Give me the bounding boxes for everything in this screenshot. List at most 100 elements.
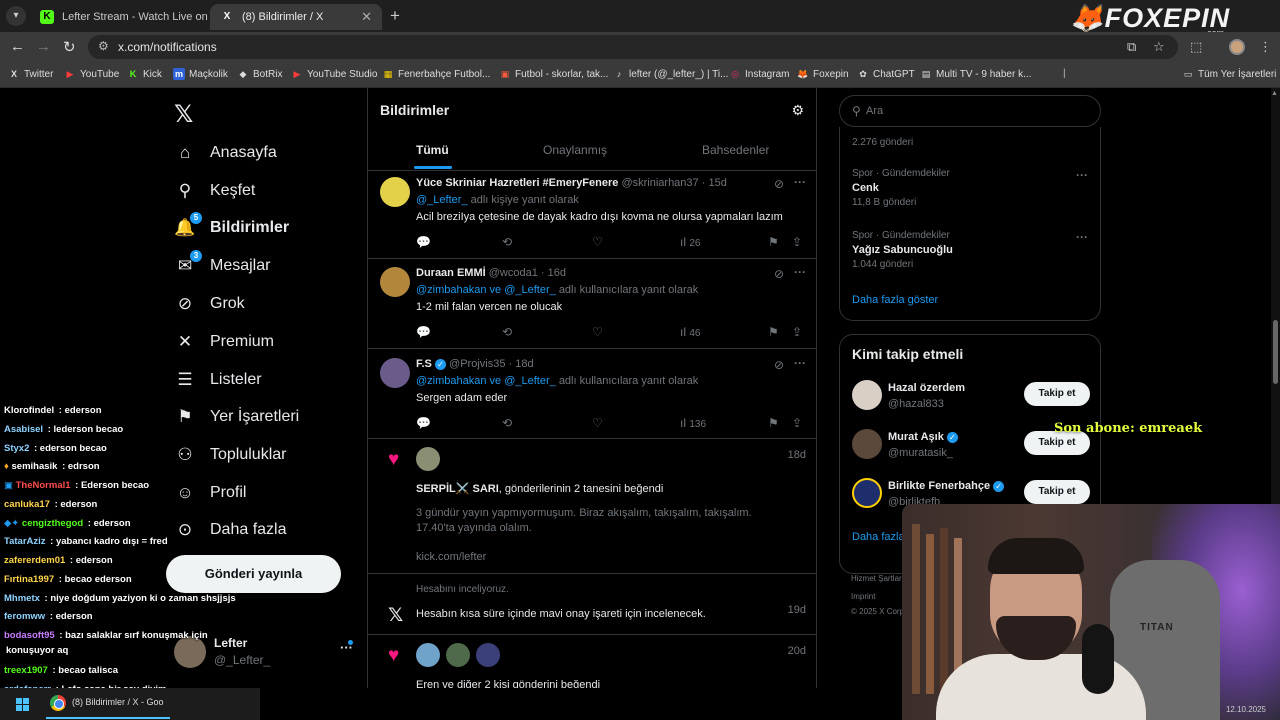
tab-all[interactable]: Tümü (416, 143, 449, 157)
show-more-link[interactable]: Daha fazla göster (852, 294, 938, 306)
sidebar-item-explore[interactable]: ⚲ Keşfet (174, 180, 256, 202)
windows-start-icon[interactable] (16, 698, 30, 712)
grok-icon[interactable]: ⊘ (774, 358, 784, 372)
x-logo[interactable]: 𝕏 (174, 100, 193, 129)
tab-search-button[interactable]: ▾ (6, 6, 26, 26)
bookmark-instagram[interactable]: ◎ Instagram (729, 68, 789, 80)
scrollbar-thumb[interactable] (1273, 320, 1278, 384)
close-tab-icon[interactable]: ✕ (361, 9, 372, 25)
like-icon[interactable]: ♡ (592, 416, 603, 430)
sidebar-item-profile[interactable]: ☺ Profil (174, 482, 246, 504)
reply-icon[interactable]: 💬 (416, 325, 431, 339)
new-tab-button[interactable]: + (390, 6, 400, 26)
avatar[interactable] (852, 380, 882, 410)
bookmark-mackolik[interactable]: m Maçkolik (173, 68, 228, 80)
sidebar-item-premium[interactable]: ✕ Premium (174, 331, 274, 353)
chevron-right-icon[interactable]: | (1063, 68, 1066, 79)
views-icon[interactable]: ıl 46 (680, 325, 700, 339)
tweet-card[interactable]: Yüce Skriniar Hazretleri #EmeryFenere @s… (368, 171, 816, 258)
grok-icon[interactable]: ⊘ (774, 267, 784, 281)
footer-link[interactable]: Hizmet Şartları (851, 574, 904, 583)
reply-icon[interactable]: 💬 (416, 416, 431, 430)
settings-icon[interactable]: ⚙ (791, 102, 804, 119)
share-icon[interactable]: ⇪ (792, 235, 802, 249)
avatar[interactable] (380, 358, 410, 388)
views-icon[interactable]: ıl 26 (680, 235, 700, 249)
install-icon[interactable]: ⧉ (1127, 39, 1136, 55)
avatar[interactable] (852, 478, 882, 508)
bookmark-youtube-studio[interactable]: ▶ YouTube Studio (291, 68, 378, 80)
sidebar-item-more[interactable]: ⊙ Daha fazla (174, 519, 287, 541)
more-options-icon[interactable]: ··· (1076, 230, 1088, 244)
follow-button[interactable]: Takip et (1024, 382, 1090, 406)
reload-icon[interactable]: ↻ (63, 38, 76, 56)
follow-button[interactable]: Takip et (1024, 480, 1090, 504)
trend-item[interactable]: Spor · Gündemdekiler Cenk 11,8 B gönderi (852, 168, 950, 208)
like-notification[interactable]: ♥ 20d Eren ve diğer 2 kişi gönderini beğ… (368, 635, 816, 688)
grok-icon[interactable]: ⊘ (774, 177, 784, 191)
avatar[interactable] (416, 447, 440, 471)
post-button[interactable]: Gönderi yayınla (166, 555, 341, 593)
back-icon[interactable]: ← (10, 38, 25, 55)
liked-post-link[interactable]: kick.com/lefter (416, 551, 486, 563)
taskbar-window-label[interactable]: (8) Bildirimler / X - Goo (72, 697, 164, 707)
avatar[interactable] (416, 643, 440, 667)
tweet-card[interactable]: F.S ✓ @Projvis35 · 18d ⊘ ··· @zimbahakan… (368, 352, 816, 439)
bookmark-twitter[interactable]: X Twitter (8, 68, 53, 80)
share-icon[interactable]: ⇪ (792, 416, 802, 430)
all-bookmarks[interactable]: ▭ Tüm Yer İşaretleri (1182, 68, 1277, 80)
extensions-icon[interactable]: ⬚ (1190, 39, 1202, 55)
sidebar-item-messages[interactable]: ✉ 3 Mesajlar (174, 250, 270, 277)
like-icon[interactable]: ♡ (592, 235, 603, 249)
sidebar-item-grok[interactable]: ⊘ Grok (174, 293, 245, 315)
site-info-icon[interactable]: ⚙ (98, 39, 109, 53)
sidebar-item-bookmarks[interactable]: ⚑ Yer İşaretleri (174, 406, 299, 428)
footer-link[interactable]: Imprint (851, 592, 875, 601)
bookmark-foxepin[interactable]: 🦊 Foxepin (797, 68, 848, 80)
trend-item[interactable]: Spor · Gündemdekiler Yağız Sabuncuoğlu 1… (852, 230, 953, 270)
sidebar-item-home[interactable]: ⌂ Anasayfa (174, 142, 277, 164)
profile-avatar[interactable] (1229, 39, 1245, 55)
avatar[interactable] (446, 643, 470, 667)
bookmark-futbol[interactable]: ▣ Futbol - skorlar, tak... (499, 68, 609, 80)
like-notification[interactable]: ♥ 18d SERPİL⚔️ SARI, gönderilerinin 2 ta… (368, 439, 816, 573)
more-options-icon[interactable]: ··· (794, 356, 806, 370)
bookmark-icon[interactable]: ⚑ (768, 416, 779, 430)
more-options-icon[interactable]: ··· (794, 265, 806, 279)
sidebar-item-lists[interactable]: ☰ Listeler (174, 369, 261, 391)
system-notification[interactable]: Hesabını inceliyoruz. 𝕏 Hesabın kısa sür… (368, 574, 816, 634)
reply-icon[interactable]: 💬 (416, 235, 431, 249)
follow-suggestion[interactable]: Hazal özerdem @hazal833 Takip et (852, 380, 1092, 420)
bookmark-tiktok[interactable]: ♪ lefter (@_lefter_) | Ti... (613, 68, 729, 80)
tab-notifications[interactable]: X (8) Bildirimler / X ✕ (210, 4, 382, 30)
avatar[interactable] (476, 643, 500, 667)
chrome-icon[interactable] (50, 695, 66, 711)
retweet-icon[interactable]: ⟲ (502, 235, 512, 249)
views-icon[interactable]: ıl 136 (680, 416, 706, 430)
bookmark-icon[interactable]: ⚑ (768, 325, 779, 339)
sidebar-item-communities[interactable]: ⚇ Topluluklar (174, 444, 286, 466)
more-options-icon[interactable]: ··· (794, 175, 806, 189)
bookmark-botrix[interactable]: ◆ BotRix (237, 68, 283, 80)
retweet-icon[interactable]: ⟲ (502, 416, 512, 430)
more-options-icon[interactable]: ··· (1076, 168, 1088, 182)
tab-verified[interactable]: Onaylanmış (543, 143, 607, 157)
sidebar-item-notifications[interactable]: 🔔 5 Bildirimler (174, 212, 289, 239)
bookmark-kick[interactable]: K Kick (127, 68, 162, 80)
forward-icon[interactable]: → (36, 38, 51, 55)
scroll-up-icon[interactable]: ▲ (1271, 90, 1278, 97)
bookmark-chatgpt[interactable]: ✿ ChatGPT (857, 68, 914, 80)
bookmark-multitv[interactable]: ▤ Multi TV - 9 haber k... (920, 68, 1032, 80)
bookmark-fenerbahce[interactable]: ▦ Fenerbahçe Futbol... (382, 68, 491, 80)
bookmark-star-icon[interactable]: ☆ (1153, 39, 1165, 55)
tab-mentions[interactable]: Bahsedenler (702, 143, 769, 157)
tab-lefter-stream[interactable]: K Lefter Stream - Watch Live on K ✕ (30, 4, 208, 30)
retweet-icon[interactable]: ⟲ (502, 325, 512, 339)
avatar[interactable] (852, 429, 882, 459)
avatar[interactable] (380, 177, 410, 207)
bookmark-icon[interactable]: ⚑ (768, 235, 779, 249)
avatar[interactable] (380, 267, 410, 297)
url-field[interactable]: ⚙ x.com/notifications (88, 35, 1178, 59)
bookmark-youtube[interactable]: ▶ YouTube (64, 68, 120, 80)
share-icon[interactable]: ⇪ (792, 325, 802, 339)
